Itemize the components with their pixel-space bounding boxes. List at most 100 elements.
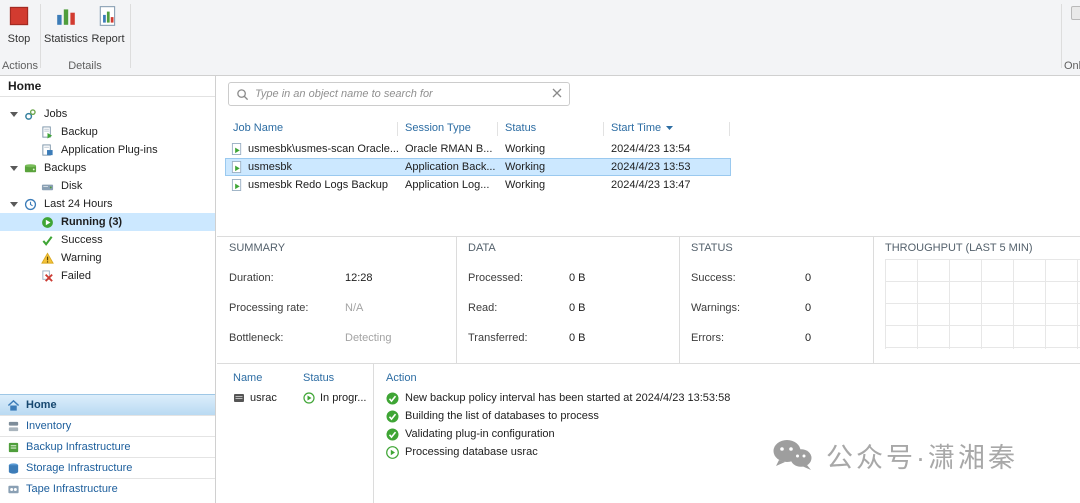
column-divider bbox=[497, 122, 498, 136]
ribbon-separator bbox=[130, 4, 131, 68]
view-tape-infrastructure[interactable]: Tape Infrastructure bbox=[0, 478, 215, 499]
job-row[interactable]: usmesbk\usmes-scan Oracle... Oracle RMAN… bbox=[225, 140, 731, 158]
view-label: Inventory bbox=[26, 420, 71, 432]
warnings-label: Warnings: bbox=[691, 302, 740, 314]
tree-item-disk[interactable]: Disk bbox=[0, 177, 215, 195]
log-entry[interactable]: New backup policy interval has been star… bbox=[386, 390, 730, 406]
log-entry[interactable]: Validating plug-in configuration bbox=[386, 426, 555, 442]
clear-search-icon[interactable] bbox=[552, 88, 562, 101]
view-label: Storage Infrastructure bbox=[26, 462, 132, 474]
tree-item-backup[interactable]: Backup bbox=[0, 123, 215, 141]
tree-item-label: Running (3) bbox=[61, 216, 122, 228]
view-home[interactable]: Home bbox=[0, 394, 215, 415]
processed-label: Processed: bbox=[468, 272, 523, 284]
panel-divider bbox=[456, 236, 457, 363]
report-button-label: Report bbox=[91, 33, 124, 45]
column-header-job-name[interactable]: Job Name bbox=[233, 122, 283, 134]
tree-item-backups[interactable]: Backups bbox=[0, 159, 215, 177]
throughput-panel-title: THROUGHPUT (LAST 5 MIN) bbox=[885, 242, 1033, 254]
clock-icon bbox=[24, 197, 39, 211]
column-header-name[interactable]: Name bbox=[233, 372, 262, 384]
task-status: In progr... bbox=[303, 390, 366, 406]
home-icon bbox=[7, 399, 20, 412]
status-panel-title: STATUS bbox=[691, 242, 733, 254]
views-navigation: Home Inventory Backup Infrastructure Sto… bbox=[0, 394, 215, 499]
column-header-start-time[interactable]: Start Time bbox=[611, 122, 674, 134]
log-entry[interactable]: Processing database usrac bbox=[386, 444, 538, 460]
job-row[interactable]: usmesbk Redo Logs Backup Application Log… bbox=[225, 176, 731, 194]
tree-item-success[interactable]: Success bbox=[0, 231, 215, 249]
view-label: Tape Infrastructure bbox=[26, 483, 118, 495]
statistics-icon bbox=[55, 3, 77, 30]
tree-item-jobs[interactable]: Jobs bbox=[0, 105, 215, 123]
server-icon bbox=[233, 392, 245, 404]
expand-arrow-icon[interactable] bbox=[10, 166, 24, 171]
ribbon-separator bbox=[40, 4, 41, 68]
job-status: Working bbox=[505, 140, 545, 158]
success-check-icon bbox=[386, 410, 399, 423]
expand-arrow-icon[interactable] bbox=[10, 112, 24, 117]
tree-item-label: Application Plug-ins bbox=[61, 144, 158, 156]
view-backup-infrastructure[interactable]: Backup Infrastructure bbox=[0, 436, 215, 457]
column-header-action[interactable]: Action bbox=[386, 372, 417, 384]
transferred-value: 0 B bbox=[569, 332, 586, 344]
tree-item-label: Disk bbox=[61, 180, 82, 192]
start-time: 2024/4/23 13:54 bbox=[611, 140, 691, 158]
start-time: 2024/4/23 13:53 bbox=[611, 158, 691, 176]
column-divider bbox=[729, 122, 730, 136]
throughput-chart-grid bbox=[885, 259, 1080, 349]
log-text: Processing database usrac bbox=[405, 446, 538, 458]
log-entry[interactable]: Building the list of databases to proces… bbox=[386, 408, 599, 424]
success-check-icon bbox=[386, 392, 399, 405]
inventory-icon bbox=[7, 420, 20, 433]
view-label: Backup Infrastructure bbox=[26, 441, 131, 453]
tree-item-warning[interactable]: Warning bbox=[0, 249, 215, 267]
tree-item-last-24-hours[interactable]: Last 24 Hours bbox=[0, 195, 215, 213]
log-text: Validating plug-in configuration bbox=[405, 428, 555, 440]
view-label: Home bbox=[26, 399, 57, 411]
bottleneck-value: Detecting bbox=[345, 332, 391, 344]
column-header-status[interactable]: Status bbox=[505, 122, 536, 134]
success-label: Success: bbox=[691, 272, 736, 284]
stop-button[interactable]: Stop bbox=[0, 3, 38, 57]
tree-item-label: Backups bbox=[44, 162, 86, 174]
tree-item-failed[interactable]: Failed bbox=[0, 267, 215, 285]
ribbon-group-actions: Actions bbox=[0, 60, 40, 72]
column-divider bbox=[397, 122, 398, 136]
tree-item-application-plugins[interactable]: Application Plug-ins bbox=[0, 141, 215, 159]
backup-job-icon bbox=[41, 125, 56, 139]
column-header-session-type[interactable]: Session Type bbox=[405, 122, 471, 134]
statistics-button[interactable]: Statistics bbox=[44, 3, 88, 57]
transferred-label: Transferred: bbox=[468, 332, 528, 344]
report-button[interactable]: Report bbox=[88, 3, 128, 57]
search-box[interactable]: Type in an object name to search for bbox=[228, 82, 570, 106]
job-name: usmesbk bbox=[248, 161, 292, 173]
tree-item-label: Last 24 Hours bbox=[44, 198, 112, 210]
read-label: Read: bbox=[468, 302, 497, 314]
failed-icon bbox=[41, 269, 56, 283]
view-inventory[interactable]: Inventory bbox=[0, 415, 215, 436]
ribbon-group-online-partial: Onl bbox=[1064, 60, 1080, 72]
errors-label: Errors: bbox=[691, 332, 724, 344]
running-job-icon bbox=[231, 178, 243, 192]
stop-button-label: Stop bbox=[8, 33, 31, 45]
expand-arrow-icon[interactable] bbox=[10, 202, 24, 207]
backup-infrastructure-icon bbox=[7, 441, 20, 454]
data-panel-title: DATA bbox=[468, 242, 496, 254]
log-text: Building the list of databases to proces… bbox=[405, 410, 599, 422]
job-status: Working bbox=[505, 158, 545, 176]
column-header-task-status[interactable]: Status bbox=[303, 372, 334, 384]
processed-value: 0 B bbox=[569, 272, 586, 284]
tree-item-running[interactable]: Running (3) bbox=[0, 213, 215, 231]
job-row-selected[interactable]: usmesbk Application Back... Working 2024… bbox=[225, 158, 731, 176]
session-type: Application Back... bbox=[405, 158, 496, 176]
tree-item-label: Success bbox=[61, 234, 103, 246]
task-row[interactable]: usrac bbox=[233, 390, 277, 406]
search-icon bbox=[236, 88, 249, 101]
read-value: 0 B bbox=[569, 302, 586, 314]
view-storage-infrastructure[interactable]: Storage Infrastructure bbox=[0, 457, 215, 478]
session-type: Oracle RMAN B... bbox=[405, 140, 492, 158]
sidebar: Home Jobs Backup Application Plug-ins Ba… bbox=[0, 76, 216, 503]
ribbon: Stop Statistics Report Actions Details O… bbox=[0, 0, 1080, 76]
panel-divider bbox=[217, 236, 1080, 237]
